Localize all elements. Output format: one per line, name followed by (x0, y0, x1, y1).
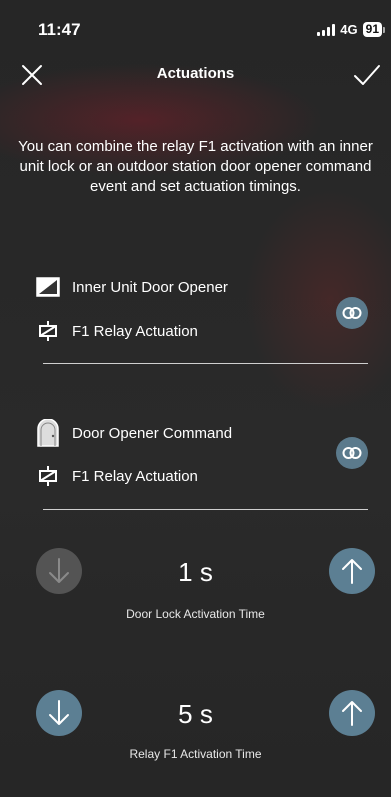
divider (43, 363, 368, 364)
status-indicators: 4G 91 (317, 22, 385, 37)
link-button[interactable] (336, 297, 368, 329)
f1-relay-label: F1 Relay Actuation (72, 467, 198, 485)
inner-unit-door-icon (36, 277, 60, 297)
divider (43, 509, 368, 510)
checkmark-icon (354, 65, 380, 85)
timer-label: Door Lock Activation Time (126, 607, 265, 621)
battery-icon: 91 (362, 22, 382, 37)
f1-relay-label: F1 Relay Actuation (72, 322, 198, 340)
status-time: 11:47 (38, 20, 81, 39)
door-opener-command-row: Door Opener Command (36, 419, 232, 447)
door-lock-timer: 1 s Door Lock Activation Time (0, 545, 391, 655)
increase-button[interactable] (329, 690, 375, 736)
door-opener-command-label: Door Opener Command (72, 424, 233, 442)
relay-icon (39, 321, 57, 341)
f1-relay-row: F1 Relay Actuation (36, 464, 198, 488)
door-icon (37, 419, 59, 447)
increase-button[interactable] (329, 548, 375, 594)
inner-unit-door-opener-row: Inner Unit Door Opener (36, 277, 228, 297)
link-icon (342, 307, 362, 319)
link-button[interactable] (336, 437, 368, 469)
network-type: 4G (340, 22, 358, 37)
inner-unit-door-opener-label: Inner Unit Door Opener (72, 278, 228, 296)
arrow-up-icon (342, 559, 362, 584)
signal-icon (317, 23, 336, 36)
battery-cap (383, 26, 385, 33)
navigation-bar: Actuations (0, 55, 391, 95)
relay-icon (39, 466, 57, 486)
status-bar: 11:47 4G 91 (0, 0, 391, 55)
f1-relay-row: F1 Relay Actuation (36, 319, 198, 343)
confirm-button[interactable] (351, 59, 383, 91)
timer-label: Relay F1 Activation Time (129, 747, 262, 761)
background (0, 0, 391, 787)
page-title: Actuations (156, 65, 235, 82)
description-text: You can combine the relay F1 activation … (18, 138, 373, 195)
relay-f1-timer: 5 s Relay F1 Activation Time (0, 687, 391, 797)
link-icon (342, 447, 362, 459)
arrow-up-icon (342, 701, 362, 726)
